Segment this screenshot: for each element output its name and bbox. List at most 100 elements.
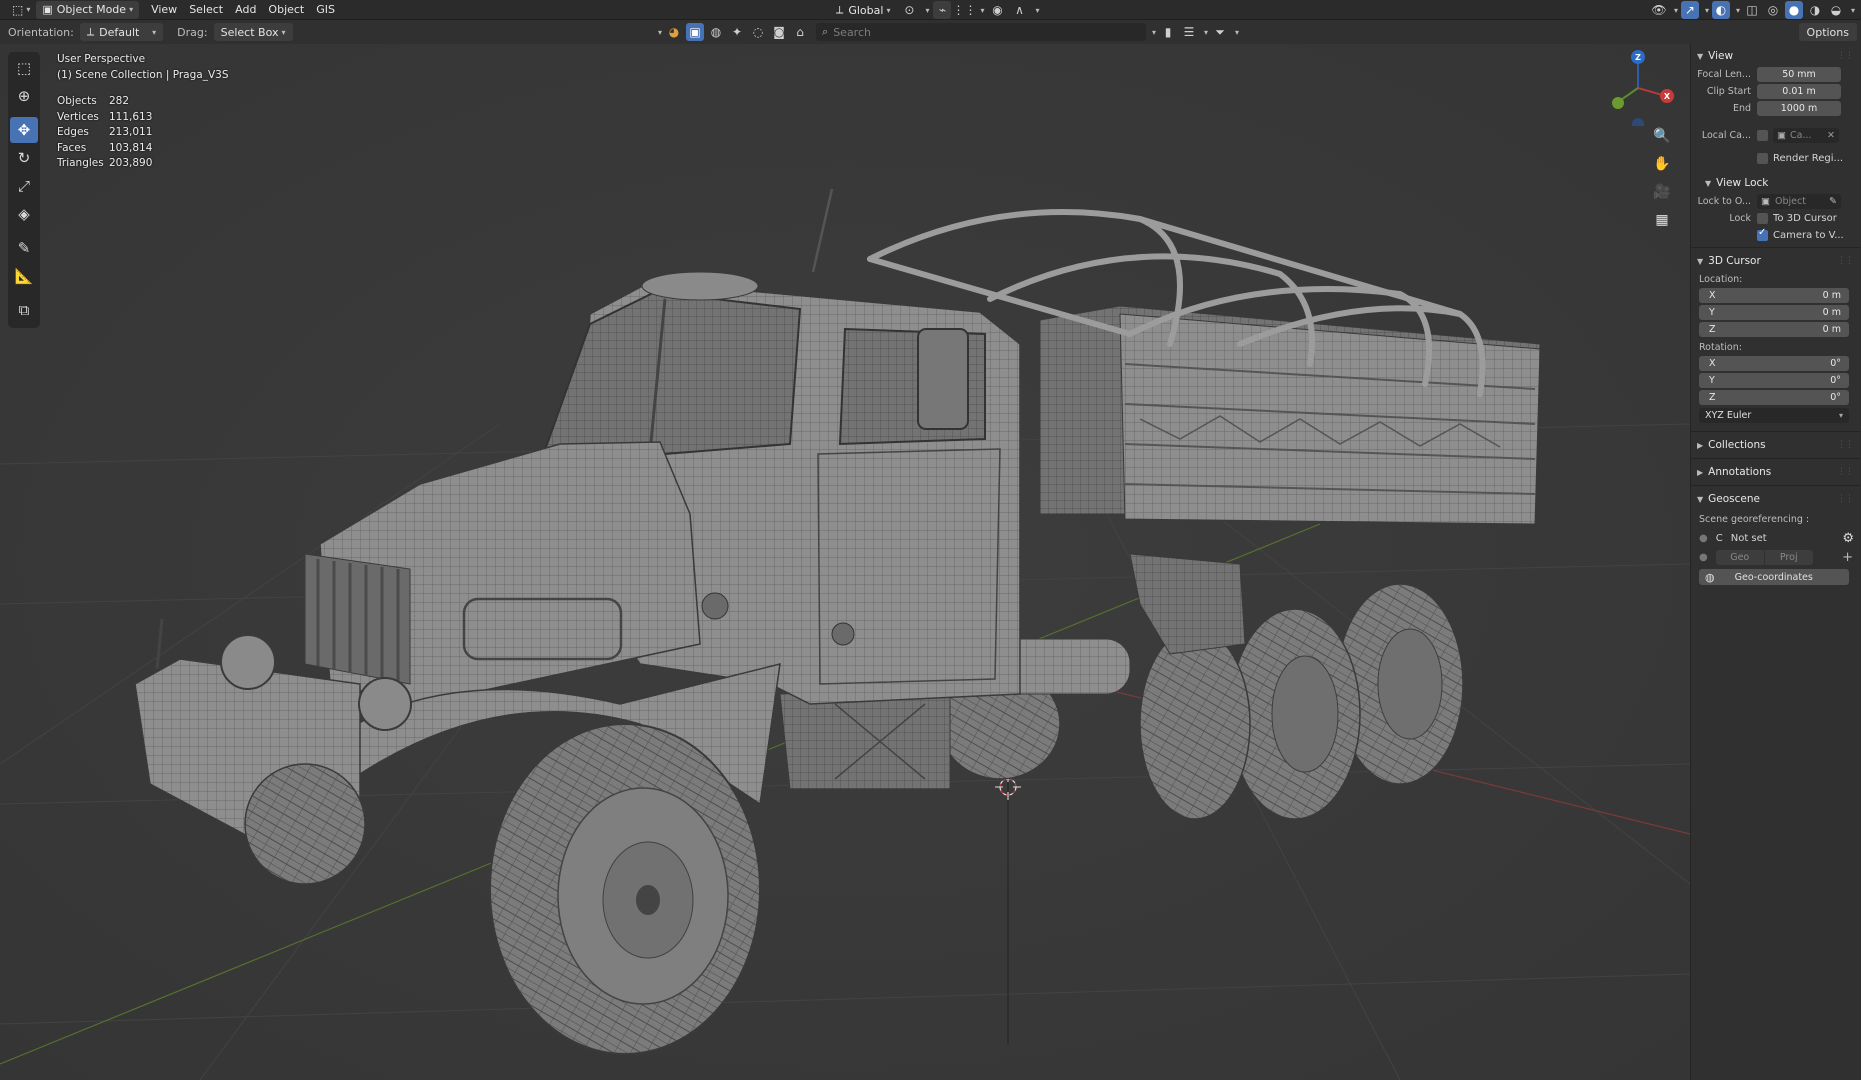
gear-icon[interactable]: ⚙ <box>1842 531 1854 546</box>
panel-view-lock-header[interactable]: ▼ View Lock <box>1691 173 1861 193</box>
drag-grip-icon[interactable]: ⋮⋮ <box>1837 494 1854 504</box>
add-icon[interactable]: + <box>1842 550 1853 565</box>
select-box-tool[interactable]: ⬚ <box>10 55 38 81</box>
pan-hand-icon[interactable]: ✋ <box>1650 152 1674 176</box>
shading-wireframe-icon[interactable]: ◎ <box>1764 1 1782 19</box>
eyedropper-icon[interactable]: ✎ <box>1829 196 1837 207</box>
chevron-down-icon[interactable]: ▾ <box>658 28 662 37</box>
add-cube-tool[interactable]: ⧉ <box>10 297 38 323</box>
filter-funnel-icon[interactable]: ⏷ <box>1211 23 1229 41</box>
drag-dropdown[interactable]: Select Box ▾ <box>213 23 293 41</box>
annotate-tool[interactable]: ✎ <box>10 235 38 261</box>
menu-gis[interactable]: GIS <box>310 1 341 19</box>
falloff-curve-icon[interactable]: ∧ <box>1010 1 1028 19</box>
lock-object-field[interactable]: ▣ Object ✎ <box>1757 194 1841 209</box>
drag-grip-icon[interactable]: ⋮⋮ <box>1837 467 1854 477</box>
cursor-location-y[interactable]: Y 0 m <box>1699 305 1849 320</box>
drag-value: Select Box <box>220 25 279 39</box>
sort-icon[interactable]: ☰ <box>1180 23 1198 41</box>
render-region-checkbox[interactable] <box>1757 153 1768 164</box>
camera-view-icon[interactable]: 🎥 <box>1650 180 1674 204</box>
transform-orientation-dropdown[interactable]: ⟂ Global ▾ <box>830 1 896 19</box>
pivot-point-icon[interactable]: ⊙ <box>900 1 918 19</box>
zoom-icon[interactable]: 🔍 <box>1650 124 1674 148</box>
stat-row-objects: Objects 282 <box>57 95 130 107</box>
gizmo-y-axis[interactable] <box>1612 97 1624 109</box>
search-input[interactable]: ⌕ Search <box>816 23 1147 41</box>
visibility-icon[interactable]: 👁 <box>1650 1 1668 19</box>
local-camera-checkbox[interactable] <box>1757 130 1768 141</box>
drag-grip-icon[interactable]: ⋮⋮ <box>1837 256 1854 266</box>
filter-mesh-icon[interactable]: ▣ <box>686 23 705 41</box>
measure-tool[interactable]: 📐 <box>10 263 38 289</box>
geo-button[interactable]: Geo <box>1715 550 1764 565</box>
move-tool[interactable]: ✥ <box>10 117 38 143</box>
rotation-mode-value: XYZ Euler <box>1705 410 1752 421</box>
truck-model[interactable] <box>0 44 1690 1080</box>
cursor-location-z[interactable]: Z 0 m <box>1699 322 1849 337</box>
rotate-tool[interactable]: ↻ <box>10 145 38 171</box>
panel-view-header[interactable]: ▼ View ⋮⋮ <box>1691 46 1861 66</box>
filter-empty-icon[interactable]: ◙ <box>770 23 788 41</box>
rotation-mode-dropdown[interactable]: XYZ Euler ▾ <box>1699 408 1849 423</box>
options-button[interactable]: Options <box>1798 23 1857 41</box>
cursor-rotation-x[interactable]: X 0° <box>1699 356 1849 371</box>
panel-annotations-header[interactable]: ▶ Annotations ⋮⋮ <box>1691 462 1861 482</box>
panel-collections-title: Collections <box>1708 439 1766 451</box>
snap-icon[interactable]: ⌁ <box>933 1 952 19</box>
to-3d-cursor-checkbox[interactable] <box>1757 213 1768 224</box>
lock-cursor-row: Lock To 3D Cursor <box>1691 210 1861 227</box>
menu-object[interactable]: Object <box>262 1 310 19</box>
editor-type-button[interactable]: ⬚ ▾ <box>6 1 36 19</box>
drag-grip-icon[interactable]: ⋮⋮ <box>1837 440 1854 450</box>
filter-curve-icon[interactable]: ◍ <box>707 23 725 41</box>
menu-view[interactable]: View <box>145 1 183 19</box>
proj-button[interactable]: Proj <box>1764 550 1813 565</box>
transform-tool[interactable]: ◈ <box>10 201 38 227</box>
proportional-editing-icon[interactable]: ◉ <box>988 1 1006 19</box>
perspective-grid-icon[interactable]: ▦ <box>1650 208 1674 232</box>
filter-light-icon[interactable]: ✦ <box>728 23 746 41</box>
tool-shelf: ⬚ ⊕ ✥ ↻ ⤢ ◈ ✎ 📐 ⧉ <box>8 52 40 328</box>
clip-start-field[interactable]: 0.01 m <box>1757 84 1841 99</box>
shading-solid-icon[interactable]: ● <box>1784 1 1803 19</box>
overlays-toggle-icon[interactable]: ◐ <box>1711 1 1730 19</box>
chevron-down-icon[interactable]: ▾ <box>1152 28 1156 37</box>
menu-add[interactable]: Add <box>229 1 262 19</box>
chevron-right-icon: ▶ <box>1697 467 1704 477</box>
focal-length-field[interactable]: 50 mm <box>1757 67 1841 82</box>
drag-grip-icon[interactable]: ⋮⋮ <box>1837 51 1854 61</box>
navigation-gizmo[interactable]: Z X <box>1600 50 1676 126</box>
orientation-value: Default <box>99 25 140 39</box>
geo-coordinates-button[interactable]: ◍ Geo-coordinates <box>1699 569 1849 585</box>
cursor-rotation-y[interactable]: Y 0° <box>1699 373 1849 388</box>
color-wheel-icon[interactable]: ◕ <box>665 23 683 41</box>
xray-toggle-icon[interactable]: ◫ <box>1743 1 1761 19</box>
panel-collections-header[interactable]: ▶ Collections ⋮⋮ <box>1691 435 1861 455</box>
3d-viewport[interactable]: ⬚ ⊕ ✥ ↻ ⤢ ◈ ✎ 📐 ⧉ User Perspective (1) S… <box>0 44 1690 1080</box>
panel-annotations-title: Annotations <box>1708 466 1772 478</box>
cursor-location-x[interactable]: X 0 m <box>1699 288 1849 303</box>
close-icon[interactable]: ✕ <box>1827 130 1835 141</box>
panel-geoscene-header[interactable]: ▼ Geoscene ⋮⋮ <box>1691 489 1861 509</box>
clip-end-field[interactable]: 1000 m <box>1757 101 1841 116</box>
object-mode-icon: ▣ <box>42 3 53 16</box>
menu-select[interactable]: Select <box>183 1 229 19</box>
shading-rendered-icon[interactable]: ◒ <box>1827 1 1845 19</box>
scale-tool[interactable]: ⤢ <box>10 173 38 199</box>
bookmark-icon[interactable]: ▮ <box>1159 23 1177 41</box>
orientation-dropdown[interactable]: ⟂ Default ▾ <box>79 23 164 41</box>
local-camera-field[interactable]: ▣ Ca... ✕ <box>1773 128 1839 143</box>
filter-camera-icon[interactable]: ◌ <box>749 23 767 41</box>
gizmo-neg-z-axis[interactable] <box>1632 118 1644 126</box>
cursor-rotation-z[interactable]: Z 0° <box>1699 390 1849 405</box>
cursor-tool[interactable]: ⊕ <box>10 83 38 109</box>
panel-3d-cursor-header[interactable]: ▼ 3D Cursor ⋮⋮ <box>1691 251 1861 271</box>
editor-header: ⬚ ▾ ▣ Object Mode ▾ View Select Add Object… <box>0 0 1861 20</box>
shading-material-icon[interactable]: ◑ <box>1806 1 1824 19</box>
mode-dropdown[interactable]: ▣ Object Mode ▾ <box>36 0 140 19</box>
snap-target-icon[interactable]: ⋮⋮ <box>952 1 976 19</box>
filter-other-icon[interactable]: ⌂ <box>791 23 809 41</box>
camera-to-view-checkbox[interactable] <box>1757 227 1768 241</box>
gizmo-toggle-icon[interactable]: ↗ <box>1680 1 1699 19</box>
